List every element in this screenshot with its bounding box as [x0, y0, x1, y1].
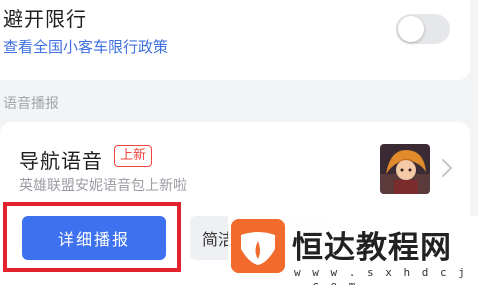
character-avatar-icon: [380, 144, 430, 194]
settings-page: 避开限行 查看全国小客车限行政策 语音播报 导航语音 上新 英雄联盟安妮语音包上…: [0, 0, 478, 285]
watermark-url: w w w . s x h d c j . c o m: [294, 266, 468, 285]
watermark-logo: [231, 219, 285, 273]
voice-section-label: 语音播报: [3, 96, 59, 112]
avoid-restriction-title: 避开限行: [3, 7, 87, 31]
nav-voice-title: 导航语音: [19, 149, 103, 173]
highlight-annotation-box: [3, 202, 181, 272]
avoid-restriction-toggle[interactable]: [396, 14, 450, 44]
restriction-policy-link[interactable]: 查看全国小客车限行政策: [3, 36, 168, 57]
new-badge: 上新: [114, 145, 153, 167]
nav-voice-subtitle: 英雄联盟安妮语音包上新啦: [19, 178, 187, 194]
avoid-restriction-card: 避开限行 查看全国小客车限行政策: [0, 0, 470, 80]
chevron-right-icon: [442, 159, 452, 177]
watermark: 恒达教程网 w w w . s x h d c j . c o m: [228, 216, 478, 285]
watermark-name: 恒达教程网: [292, 230, 452, 266]
toggle-knob: [398, 16, 424, 42]
